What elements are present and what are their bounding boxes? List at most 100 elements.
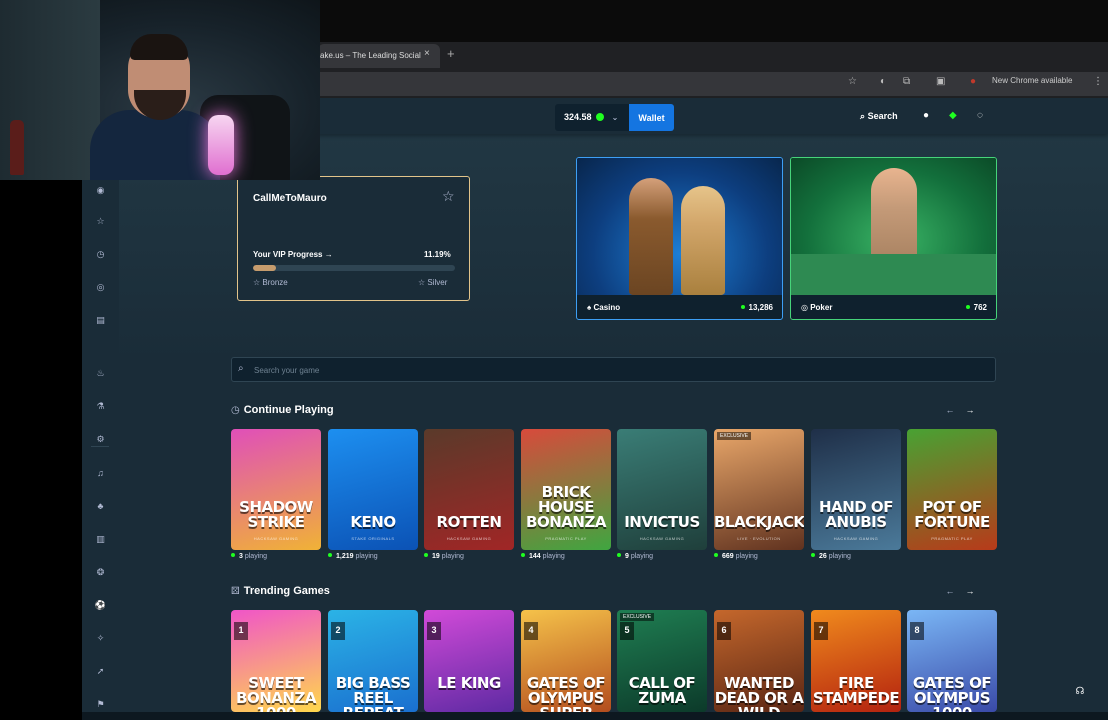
game-tile[interactable]: INVICTUS HACKSAW GAMING: [617, 429, 707, 550]
sidebar-sports-icon[interactable]: ⚽: [82, 600, 119, 611]
game-tile[interactable]: EXCLUSIVE BLACKJACK LIVE · EVOLUTION: [714, 429, 804, 550]
rank-badge: 1: [234, 622, 248, 640]
arrow-right-icon[interactable]: →: [960, 405, 980, 415]
exclusive-badge: EXCLUSIVE: [620, 613, 655, 621]
arrow-left-icon[interactable]: ←: [940, 405, 960, 415]
game-tile[interactable]: POT OF FORTUNE PRAGMATIC PLAY: [907, 429, 997, 550]
profile-icon[interactable]: ●: [970, 76, 976, 87]
header-search-button[interactable]: ⌕ Search: [860, 111, 898, 122]
game-title: KENO: [350, 513, 396, 531]
sidebar-challenges-icon[interactable]: ◎: [82, 282, 119, 293]
casino-promo-footer: ♠ Casino 13,286: [577, 295, 782, 319]
vip-progress-label[interactable]: Your VIP Progress →: [253, 250, 333, 259]
game-tile[interactable]: 1 SWEET BONANZA 1000: [231, 610, 321, 712]
game-provider: LIVE · EVOLUTION: [737, 536, 781, 541]
trending-arrows: ← →: [940, 586, 980, 596]
game-provider: HACKSAW GAMING: [833, 536, 879, 541]
sidebar-gameshows-icon[interactable]: ♣: [82, 501, 119, 511]
puzzle-icon[interactable]: ⧉: [903, 76, 910, 87]
game-tile[interactable]: 3 LE KING: [424, 610, 514, 712]
players-count: 19 playing: [424, 553, 464, 560]
poker-promo-image: [791, 158, 996, 295]
rank-badge: 2: [331, 622, 345, 640]
new-tab-icon[interactable]: +: [447, 46, 455, 61]
game-provider: PRAGMATIC PLAY: [931, 536, 973, 541]
game-tile[interactable]: 7 FIRE STAMPEDE: [811, 610, 901, 712]
game-title: BLACKJACK: [714, 513, 804, 531]
sidebar-casino-icon[interactable]: ◉: [82, 185, 119, 196]
sidebar-fire-icon[interactable]: ✧: [82, 633, 119, 644]
game-provider: STAKE ORIGINALS: [351, 536, 395, 541]
players-count: 1,219 playing: [328, 553, 378, 560]
username: CallMeToMauro: [253, 193, 327, 204]
rank-badge: 7: [814, 622, 828, 640]
game-title: HAND OF ANUBIS: [819, 498, 893, 531]
sidebar-bets-icon[interactable]: ▤: [82, 315, 119, 326]
support-headset-icon[interactable]: ☊: [1070, 682, 1090, 702]
notifications-icon[interactable]: ◆: [949, 110, 957, 121]
sidebar-gift-icon[interactable]: ▥: [82, 534, 119, 545]
poker-count: 762: [973, 303, 987, 312]
sidebar-more-icon[interactable]: ⚑: [82, 699, 119, 710]
vip-progress-card[interactable]: CallMeToMauro ☆ Your VIP Progress → 11.1…: [237, 176, 470, 301]
chevron-down-icon: ⌄: [611, 113, 619, 122]
balance-selector[interactable]: 324.58 ⌄: [555, 104, 629, 131]
continue-playing-arrows: ← →: [940, 405, 980, 415]
game-tile[interactable]: ROTTEN HACKSAW GAMING: [424, 429, 514, 550]
sidebar-slots-icon[interactable]: ⚗: [82, 401, 119, 412]
webcam-overlay: [0, 0, 320, 180]
current-tier: ☆ Bronze: [253, 278, 288, 287]
poker-icon: ◎: [801, 303, 811, 312]
sidebar-recent-icon[interactable]: ◷: [82, 249, 119, 260]
game-title: GATES OF OLYMPUS SUPER SCATTER: [526, 674, 606, 713]
casino-label: Casino: [593, 303, 621, 312]
trending-icon: ⚄: [231, 586, 240, 597]
game-tile[interactable]: 4 GATES OF OLYMPUS SUPER SCATTER: [521, 610, 611, 712]
star-icon[interactable]: ☆: [442, 188, 455, 205]
game-title: SWEET BONANZA 1000: [236, 674, 316, 713]
history-icon: ◷: [231, 405, 240, 416]
game-tile[interactable]: EXCLUSIVE 5 CALL OF ZUMA: [617, 610, 707, 712]
sidebar-originals-icon[interactable]: ⚙: [82, 434, 119, 445]
game-title: BRICK HOUSE BONANZA: [526, 483, 606, 531]
sidebar: ◉ ☆ ◷ ◎ ▤ ♨ ⚗ ⚙ ♫ ♣ ▥ ❂ ⚽ ✧ ➚ ⚑: [82, 98, 119, 712]
media-icon[interactable]: ▣: [936, 76, 945, 87]
sidebar-roulette-icon[interactable]: ❂: [82, 567, 119, 578]
arrow-left-icon[interactable]: ←: [940, 586, 960, 596]
sidebar-rocket-icon[interactable]: ➚: [82, 666, 119, 677]
sidebar-live-icon[interactable]: ♫: [82, 468, 119, 478]
game-tile[interactable]: SHADOW STRIKE HACKSAW GAMING: [231, 429, 321, 550]
sidebar-favourites-icon[interactable]: ☆: [82, 216, 119, 227]
game-search[interactable]: ⌕: [231, 357, 996, 382]
extension-icon[interactable]: ◐: [880, 76, 886, 87]
poker-promo-card[interactable]: ◎ Poker 762: [790, 157, 997, 320]
game-search-input[interactable]: [254, 362, 974, 378]
wallet-button[interactable]: Wallet: [629, 104, 674, 131]
casino-promo-card[interactable]: ♠ Casino 13,286: [576, 157, 783, 320]
game-tile[interactable]: 6 WANTED DEAD OR A WILD: [714, 610, 804, 712]
sidebar-hot-icon[interactable]: ♨: [82, 368, 119, 379]
game-tile[interactable]: BRICK HOUSE BONANZA PRAGMATIC PLAY: [521, 429, 611, 550]
game-tile[interactable]: KENO STAKE ORIGINALS: [328, 429, 418, 550]
game-tile[interactable]: 2 BIG BASS REEL REPEAT: [328, 610, 418, 712]
rank-badge: 3: [427, 622, 441, 640]
header-search-label: Search: [867, 111, 898, 121]
browser-tab[interactable]: ake.us – The Leading Social: [318, 44, 440, 68]
menu-kebab-icon[interactable]: ⋮: [1093, 76, 1103, 87]
balance-amount: 324.58: [564, 112, 592, 122]
tab-close-icon[interactable]: ×: [424, 48, 430, 59]
rank-badge: 4: [524, 622, 538, 640]
bookmark-star-icon[interactable]: ☆: [848, 76, 857, 87]
address-bar[interactable]: [318, 72, 1108, 96]
user-icon[interactable]: ●: [923, 110, 929, 121]
arrow-right-icon[interactable]: →: [960, 586, 980, 596]
chat-icon[interactable]: ◌: [977, 110, 983, 121]
search-icon: ⌕: [860, 111, 866, 121]
next-tier: ☆ Silver: [418, 278, 448, 287]
bottom-bar: [82, 712, 1108, 720]
game-title: INVICTUS: [624, 513, 700, 531]
game-tile[interactable]: 8 GATES OF OLYMPUS 1000: [907, 610, 997, 712]
game-tile[interactable]: HAND OF ANUBIS HACKSAW GAMING: [811, 429, 901, 550]
rank-badge: 8: [910, 622, 924, 640]
chrome-update-button[interactable]: New Chrome available: [992, 76, 1072, 85]
